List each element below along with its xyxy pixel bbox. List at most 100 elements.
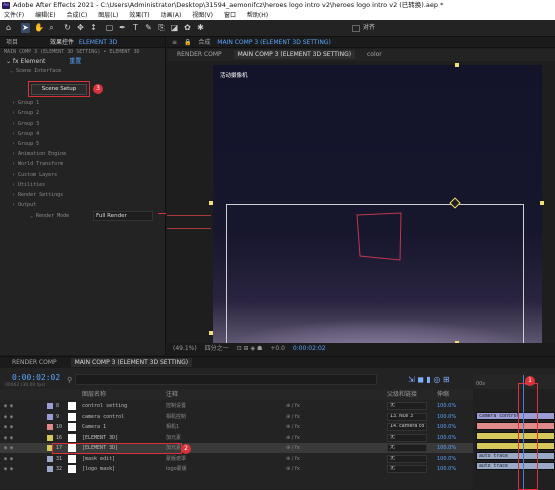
layer-switches-icon[interactable]: ⊕ / fx <box>286 412 300 422</box>
orbit-tool-icon[interactable]: ↻ <box>63 23 72 33</box>
layer-switches-icon[interactable]: ⊕ / fx <box>286 433 300 443</box>
track-bar[interactable]: auto trace <box>476 462 555 470</box>
label-color-swatch[interactable] <box>47 403 53 409</box>
parent-select[interactable]: 无 <box>387 454 427 463</box>
rectangle-tool-icon[interactable]: ▢ <box>105 23 114 33</box>
align-checkbox[interactable] <box>352 25 360 32</box>
group-item[interactable]: › Animation Engine <box>0 149 165 159</box>
subtab-color[interactable]: color <box>367 51 382 58</box>
parent-select[interactable]: 13. Null 3 <box>387 412 427 421</box>
menu-effect[interactable]: 效果(T) <box>129 11 149 20</box>
tab-effect-controls[interactable]: 效果控件 <box>50 39 74 46</box>
stretch-value[interactable]: 100.0% <box>437 401 456 411</box>
panel-menu-icon[interactable]: ≡ <box>172 39 177 46</box>
tab-comp-label[interactable]: 合成 <box>198 39 210 46</box>
parent-select[interactable]: 无 <box>387 433 427 442</box>
layer-name[interactable]: [ELEMENT 3D] <box>82 433 118 443</box>
group-item[interactable]: › Custom Layers <box>0 170 165 180</box>
layer-row[interactable]: ◉ ◉ 9 camera control 相机控制 ⊕ / fx 13. Null 3 10… <box>0 412 473 422</box>
layer-comment[interactable]: 相机控制 <box>166 412 186 422</box>
stretch-value[interactable]: 100.0% <box>437 443 456 453</box>
track-bar[interactable]: camera control <box>476 412 555 420</box>
group-item[interactable]: › Group 5 <box>0 139 165 149</box>
parent-select[interactable]: 无 <box>387 402 427 410</box>
handle[interactable] <box>209 201 213 205</box>
menu-view[interactable]: 视图(V) <box>192 11 213 20</box>
eye-icon[interactable]: ◉ ◉ <box>4 454 13 464</box>
parent-select[interactable]: 无 <box>387 465 427 473</box>
menu-composition[interactable]: 合成(C) <box>66 11 87 20</box>
time-ruler[interactable]: 00s 02s <box>473 375 555 389</box>
viewer-options-icon[interactable]: ⊡ ⊞ ◈ ☗ <box>237 345 263 352</box>
label-color-swatch[interactable] <box>47 413 53 420</box>
label-color-swatch[interactable] <box>47 455 53 462</box>
menu-help[interactable]: 帮助(H) <box>247 11 268 20</box>
layer-name[interactable]: camera control <box>82 412 124 422</box>
dolly-tool-icon[interactable]: ↕ <box>89 23 98 33</box>
menu-animation[interactable]: 动画(A) <box>161 11 182 20</box>
group-item[interactable]: › Group 2 <box>0 108 165 118</box>
reset-link[interactable]: 重置 <box>69 58 81 65</box>
brush-tool-icon[interactable]: ✎ <box>144 23 153 33</box>
clone-tool-icon[interactable]: ⎘ <box>157 23 166 33</box>
puppet-tool-icon[interactable]: ✱ <box>196 23 205 33</box>
label-color-swatch[interactable] <box>47 434 53 441</box>
track-bar[interactable] <box>476 422 555 430</box>
layer-row[interactable]: ◉ ◉ 32 [logo mask] logo蒙版 ⊕ / fx 无 100.0% <box>0 464 473 474</box>
fx-element-row[interactable]: ⌄ fx Element 重置 <box>0 57 165 66</box>
group-item[interactable]: › Output <box>0 200 165 210</box>
stretch-value[interactable]: 100.0% <box>437 422 456 432</box>
stretch-value[interactable]: 100.0% <box>437 454 456 464</box>
layer-name[interactable]: control setting <box>82 401 127 411</box>
layer-comment[interactable]: 加元素 <box>166 433 181 443</box>
eye-icon[interactable]: ◉ ◉ <box>4 433 13 443</box>
menu-window[interactable]: 窗口 <box>224 11 236 20</box>
tab-comp-name[interactable]: MAIN COMP 3 (ELEMENT 3D SETTING) <box>217 39 331 46</box>
lock-icon[interactable]: 🔒 <box>184 39 191 46</box>
layer-comment[interactable]: logo蒙版 <box>166 464 187 474</box>
layer-row[interactable]: ◉ ◉ 16 [ELEMENT 3D] 加元素 ⊕ / fx 无 100.0% <box>0 433 473 443</box>
layer-name[interactable]: Camera 1 <box>82 422 106 432</box>
comp-viewer[interactable]: 活动摄像机 <box>213 65 542 343</box>
subtab-render-comp[interactable]: RENDER COMP <box>177 51 222 58</box>
handle[interactable] <box>209 331 213 335</box>
layer-comment[interactable]: 相机1 <box>166 422 179 432</box>
roto-tool-icon[interactable]: ✿ <box>183 23 192 33</box>
hand-tool-icon[interactable]: ✋ <box>34 23 44 33</box>
layer-row[interactable]: ◉ ◉ 10 Camera 1 相机1 ⊕ / fx 14. camera co 100.0… <box>0 422 473 432</box>
track-bar[interactable] <box>476 442 555 450</box>
eye-icon[interactable]: ◉ ◉ <box>4 401 13 411</box>
pan-tool-icon[interactable]: ✥ <box>76 23 85 33</box>
timeline-tracks[interactable]: 00s 02s camera control auto trace auto t… <box>473 375 555 490</box>
tab-effect-layer[interactable]: ELEMENT 3D <box>79 39 117 46</box>
current-time[interactable]: 0:00:02:02 <box>293 345 326 352</box>
eraser-tool-icon[interactable]: ◪ <box>170 23 179 33</box>
resolution-select[interactable]: 四分之一 <box>205 345 229 352</box>
exposure-value[interactable]: +0.0 <box>270 345 285 352</box>
label-color-swatch[interactable] <box>47 424 53 430</box>
layer-row[interactable]: ◉ ◉ 31 [mask edit] 蒙版遮罩 ⊕ / fx 无 100.0% <box>0 454 473 464</box>
handle[interactable] <box>455 63 459 67</box>
pen-tool-icon[interactable]: ✒ <box>118 23 127 33</box>
timeline-switches-icon[interactable]: ⇲ ◼ ▮ ◎ ⊞ <box>408 375 450 384</box>
selection-tool-icon[interactable]: ➤ <box>21 23 30 33</box>
timecode[interactable]: 0:00:02:02 <box>12 373 60 382</box>
group-item[interactable]: › Group 4 <box>0 129 165 139</box>
menu-file[interactable]: 文件(F) <box>4 11 24 20</box>
layer-switches-icon[interactable]: ⊕ / fx <box>286 422 300 432</box>
layer-name[interactable]: [mask edit] <box>82 454 115 464</box>
group-item[interactable]: › World Transform <box>0 159 165 169</box>
parent-select[interactable]: 无 <box>387 444 427 452</box>
eye-icon[interactable]: ◉ ◉ <box>4 412 13 422</box>
tab-main-comp[interactable]: MAIN COMP 3 (ELEMENT 3D SETTING) <box>70 358 193 367</box>
handle[interactable] <box>540 201 544 205</box>
layer-switches-icon[interactable]: ⊕ / fx <box>286 401 300 411</box>
layer-row[interactable]: ◉ ◉ 8 control setting 控制设置 ⊕ / fx 无 100.0% <box>0 401 473 411</box>
menu-layer[interactable]: 图层(L) <box>98 11 118 20</box>
stretch-value[interactable]: 100.0% <box>437 464 456 474</box>
stretch-value[interactable]: 100.0% <box>437 433 456 443</box>
zoom-tool-icon[interactable]: ⌕ <box>47 23 56 33</box>
menu-edit[interactable]: 编辑(E) <box>35 11 55 20</box>
tab-project[interactable]: 项目 <box>6 39 18 46</box>
eye-icon[interactable]: ◉ ◉ <box>4 422 13 432</box>
